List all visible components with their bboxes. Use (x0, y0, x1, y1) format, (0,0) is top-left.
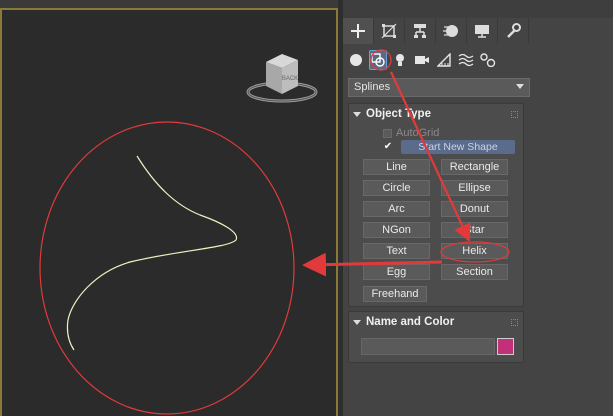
category-systems[interactable] (479, 50, 497, 70)
category-dropdown[interactable]: Splines (348, 78, 530, 97)
helper-icon (437, 53, 451, 67)
tab-utilities[interactable] (498, 18, 529, 44)
ellipse-button[interactable]: Ellipse (441, 180, 508, 196)
command-panel: Splines Object Type AutoGrid ✔ Start New… (343, 0, 613, 416)
line-button[interactable]: Line (363, 159, 430, 175)
shapes-icon (371, 53, 385, 67)
category-lights[interactable] (391, 50, 409, 70)
sphere-icon (350, 54, 362, 66)
chevron-down-icon (516, 84, 524, 89)
text-button[interactable]: Text (363, 243, 430, 259)
object-type-rollout-header[interactable]: Object Type (349, 104, 523, 124)
tab-create[interactable] (343, 18, 374, 44)
object-name-input[interactable] (361, 338, 495, 355)
tab-hierarchy[interactable] (405, 18, 436, 44)
collapse-triangle-icon (353, 319, 361, 325)
light-bulb-icon (396, 54, 404, 66)
autogrid-option: AutoGrid (383, 127, 439, 139)
name-and-color-rollout: Name and Color (348, 311, 524, 363)
category-helpers[interactable] (435, 50, 453, 70)
name-and-color-rollout-header[interactable]: Name and Color (349, 312, 523, 332)
display-monitor-icon (475, 25, 489, 38)
hierarchy-icon (414, 24, 426, 38)
wrench-icon (507, 23, 521, 38)
viewcube-face-label: BACK (282, 76, 298, 82)
autogrid-checkbox[interactable] (383, 128, 392, 138)
category-dropdown-value: Splines (354, 81, 391, 93)
camera-icon (415, 56, 429, 64)
start-new-shape-button[interactable]: Start New Shape (401, 140, 515, 154)
category-cameras[interactable] (413, 50, 431, 70)
arc-button[interactable]: Arc (363, 201, 430, 217)
ngon-button[interactable]: NGon (363, 222, 430, 238)
rollout-grip-icon[interactable] (511, 110, 518, 118)
motion-icon (443, 25, 458, 37)
tab-motion[interactable] (436, 18, 467, 44)
donut-button[interactable]: Donut (441, 201, 508, 217)
star-button[interactable]: Star (441, 222, 508, 238)
command-panel-tabs (343, 18, 613, 44)
rectangle-button[interactable]: Rectangle (441, 159, 508, 175)
app-window: BACK Splines Object Type AutoGrid ✔ Star… (0, 0, 613, 416)
category-shapes[interactable] (369, 50, 387, 70)
collapse-triangle-icon (353, 111, 361, 117)
egg-button[interactable]: Egg (363, 264, 430, 280)
tab-modify[interactable] (374, 18, 405, 44)
plus-icon (351, 24, 365, 38)
helix-button[interactable]: Helix (441, 243, 508, 259)
viewcube[interactable]: BACK (246, 48, 322, 110)
systems-icon (480, 53, 496, 67)
object-categories (347, 48, 547, 72)
space-warp-icon (458, 53, 474, 67)
start-new-shape-option: ✔ Start New Shape (383, 140, 515, 154)
autogrid-label: AutoGrid (396, 127, 440, 139)
category-space-warps[interactable] (457, 50, 475, 70)
tab-display[interactable] (467, 18, 498, 44)
rollout-grip-icon[interactable] (511, 318, 518, 326)
perspective-viewport[interactable]: BACK (0, 8, 338, 416)
modify-icon (381, 23, 397, 39)
category-geometry[interactable] (347, 50, 365, 70)
object-color-swatch[interactable] (497, 338, 514, 355)
name-and-color-title: Name and Color (366, 316, 455, 328)
start-new-shape-checkbox[interactable]: ✔ (383, 142, 393, 152)
freehand-button[interactable]: Freehand (363, 286, 427, 302)
object-type-title: Object Type (366, 108, 431, 120)
section-button[interactable]: Section (441, 264, 508, 280)
circle-button[interactable]: Circle (363, 180, 430, 196)
panel-topbar (343, 0, 613, 18)
